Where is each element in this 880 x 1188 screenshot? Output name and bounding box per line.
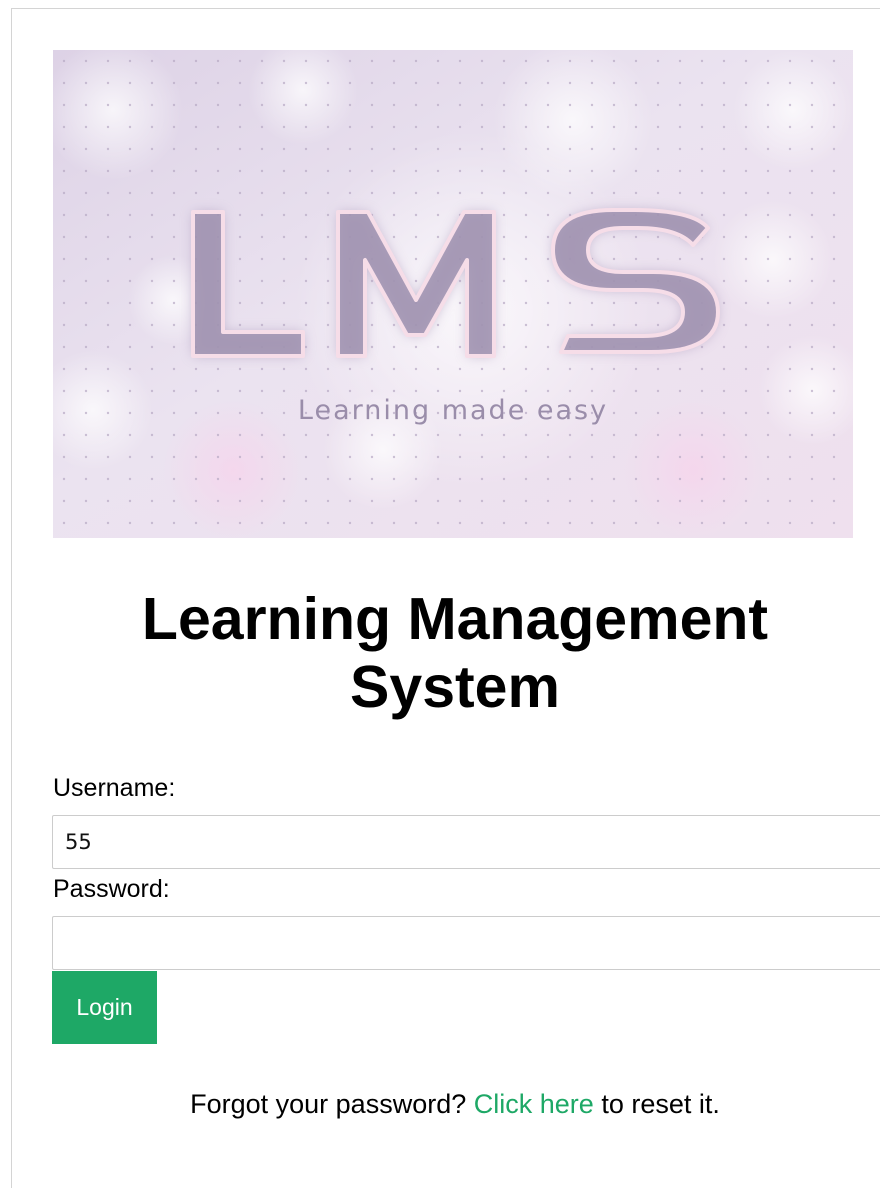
lms-banner-image: Learning made easy (53, 50, 853, 538)
banner-tagline: Learning made easy (298, 395, 608, 426)
forgot-prefix: Forgot your password? (190, 1089, 467, 1119)
login-button[interactable]: Login (52, 971, 157, 1044)
forgot-suffix: to reset it. (601, 1089, 720, 1119)
username-label: Username: (53, 774, 176, 802)
reset-password-link[interactable]: Click here (474, 1089, 594, 1119)
forgot-password-text: Forgot your password? Click here to rese… (0, 1088, 880, 1120)
password-label: Password: (53, 875, 170, 903)
password-input[interactable] (52, 916, 880, 970)
page-title: Learning Management System (141, 586, 769, 720)
username-input[interactable] (52, 815, 880, 869)
